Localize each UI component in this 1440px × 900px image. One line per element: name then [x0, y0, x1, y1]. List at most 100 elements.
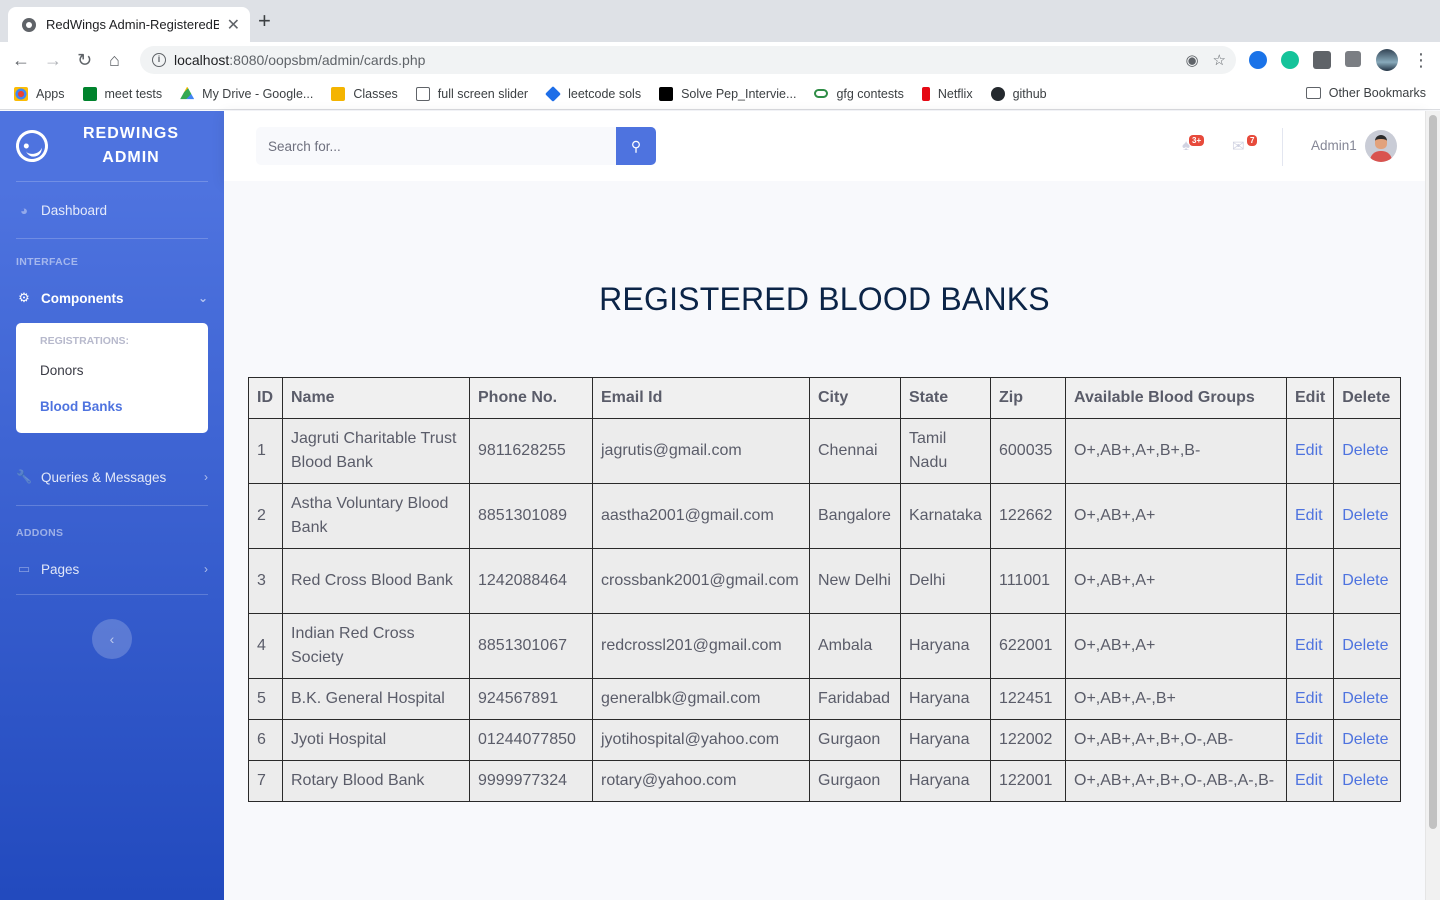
page-scrollbar[interactable] — [1425, 111, 1440, 900]
user-name[interactable]: Admin1 — [1311, 138, 1357, 153]
bookmark-gfg[interactable]: gfg contests — [814, 87, 904, 101]
page-title: REGISTERED BLOOD BANKS — [599, 281, 1050, 317]
delete-link[interactable]: Delete — [1333, 418, 1402, 484]
cell-email: generalbk@gmail.com — [592, 678, 810, 720]
sidebar-item-pages[interactable]: ▭ Pages › — [0, 544, 224, 594]
bookmark-label: github — [1012, 86, 1047, 101]
other-bookmarks-label: Other Bookmarks — [1328, 86, 1426, 100]
bookmark-my-drive[interactable]: My Drive - Google... — [180, 86, 313, 101]
table-row: 5 B.K. General Hospital 924567891 genera… — [248, 678, 1402, 720]
bookmark-classes[interactable]: Classes — [331, 86, 398, 101]
delete-link[interactable]: Delete — [1333, 613, 1402, 679]
cell-city: Gurgaon — [809, 760, 901, 802]
topbar-search: ⚲ — [256, 127, 656, 165]
column-header-phone: Phone No. — [469, 377, 593, 419]
bookmark-label: Solve Pep_Intervie... — [681, 86, 797, 101]
cell-phone: 8851301067 — [469, 613, 593, 679]
cell-phone: 9811628255 — [469, 418, 593, 484]
scrollbar-thumb[interactable] — [1429, 115, 1437, 829]
search-button[interactable]: ⚲ — [616, 127, 656, 165]
sidebar-heading-interface: INTERFACE — [16, 256, 79, 268]
extension-a-icon[interactable] — [1249, 51, 1267, 69]
sidebar-toggle-button[interactable]: ‹ — [92, 619, 132, 659]
address-bar[interactable]: i localhost:8080/oopsbm/admin/cards.php … — [140, 46, 1236, 74]
reload-icon[interactable]: ↻ — [77, 49, 92, 71]
envelope-icon[interactable]: ✉ — [1232, 137, 1245, 155]
delete-link[interactable]: Delete — [1333, 760, 1402, 802]
sidebar-item-dashboard[interactable]: ◕ Dashboard — [0, 182, 224, 238]
table-row: 4 Indian Red Cross Society 8851301067 re… — [248, 613, 1402, 679]
cell-state: Haryana — [900, 613, 991, 679]
puzzle-icon[interactable] — [1345, 51, 1361, 67]
edit-link[interactable]: Edit — [1285, 678, 1335, 720]
cell-id: 1 — [248, 418, 283, 484]
sidebar-brand[interactable]: REDWINGS ADMIN — [0, 111, 224, 181]
table-header-row: ID Name Phone No. Email Id City State Zi… — [248, 377, 1402, 419]
sidebar-heading-addons: ADDONS — [16, 527, 64, 539]
cell-id: 7 — [248, 760, 283, 802]
sidebar-item-donors[interactable]: Donors — [16, 353, 208, 389]
cell-email: jagrutis@gmail.com — [592, 418, 810, 484]
edit-link[interactable]: Edit — [1285, 483, 1335, 549]
bookmark-github[interactable]: github — [990, 86, 1047, 101]
other-bookmarks[interactable]: Other Bookmarks — [1305, 86, 1426, 100]
bookmark-star-icon[interactable]: ☆ — [1213, 51, 1226, 69]
blood-banks-table: ID Name Phone No. Email Id City State Zi… — [248, 377, 1402, 802]
edit-link[interactable]: Edit — [1285, 613, 1335, 679]
extension-box-icon[interactable] — [1313, 51, 1331, 69]
avatar[interactable] — [1365, 130, 1397, 162]
bookmark-label: Classes — [353, 86, 398, 101]
back-icon[interactable]: ← — [12, 49, 30, 71]
table-row: 1 Jagruti Charitable Trust Blood Bank 98… — [248, 418, 1402, 484]
search-input[interactable] — [256, 127, 616, 165]
browser-tab[interactable]: RedWings Admin-RegisteredBl ✕ — [8, 7, 250, 42]
sidebar-item-components[interactable]: ⚙ Components ⌄ — [0, 273, 224, 323]
edit-link[interactable]: Edit — [1285, 760, 1335, 802]
pep-icon — [659, 86, 674, 101]
bookmark-apps[interactable]: Apps — [14, 86, 65, 101]
table-row: 7 Rotary Blood Bank 9999977324 rotary@ya… — [248, 760, 1402, 802]
bookmark-leetcode[interactable]: leetcode sols — [545, 85, 642, 102]
sidebar-item-blood-banks[interactable]: Blood Banks — [16, 389, 208, 425]
cell-name: Indian Red Cross Society — [282, 613, 470, 679]
cell-state: Haryana — [900, 719, 991, 761]
column-header-name: Name — [282, 377, 470, 419]
profile-avatar-icon[interactable] — [1376, 49, 1398, 71]
delete-link[interactable]: Delete — [1333, 548, 1402, 614]
tracking-eye-icon[interactable]: ◉ — [1185, 51, 1198, 69]
edit-link[interactable]: Edit — [1285, 418, 1335, 484]
column-header-state: State — [900, 377, 991, 419]
bookmark-folder-slider[interactable]: full screen slider — [415, 86, 528, 101]
bookmark-meet-tests[interactable]: meet tests — [82, 86, 162, 101]
cell-city: Chennai — [809, 418, 901, 484]
new-tab-button[interactable]: + — [258, 10, 271, 32]
cell-id: 2 — [248, 483, 283, 549]
edit-link[interactable]: Edit — [1285, 548, 1335, 614]
cell-blood-groups: O+,AB+,A+,B+,O-,AB-,A-,B- — [1065, 760, 1287, 802]
menu-kebab-icon[interactable]: ⋮ — [1412, 49, 1430, 71]
sidebar-item-label: Pages — [41, 561, 80, 577]
cell-state: Haryana — [900, 678, 991, 720]
tachometer-icon: ◕ — [20, 202, 28, 218]
bookmark-label: Netflix — [937, 86, 973, 101]
folder-icon — [415, 86, 430, 101]
delete-link[interactable]: Delete — [1333, 719, 1402, 761]
wrench-icon: 🔧 — [16, 469, 33, 484]
cell-blood-groups: O+,AB+,A+ — [1065, 483, 1287, 549]
cell-city: Gurgaon — [809, 719, 901, 761]
delete-link[interactable]: Delete — [1333, 678, 1402, 720]
laugh-wink-icon — [12, 126, 52, 166]
sidebar-item-queries[interactable]: 🔧 Queries & Messages › — [0, 449, 224, 505]
cell-phone: 8851301089 — [469, 483, 593, 549]
edit-link[interactable]: Edit — [1285, 719, 1335, 761]
forward-icon[interactable]: → — [44, 49, 62, 71]
bookmark-netflix[interactable]: Netflix — [921, 86, 973, 101]
site-info-icon[interactable]: i — [152, 53, 166, 67]
home-icon[interactable]: ⌂ — [109, 49, 120, 71]
close-tab-icon[interactable]: ✕ — [227, 15, 240, 35]
grammarly-icon[interactable] — [1281, 51, 1299, 69]
url-path: :8080/oopsbm/admin/cards.php — [229, 52, 426, 68]
delete-link[interactable]: Delete — [1333, 483, 1402, 549]
bookmark-label: leetcode sols — [568, 86, 642, 101]
bookmark-pep[interactable]: Solve Pep_Intervie... — [659, 86, 797, 101]
